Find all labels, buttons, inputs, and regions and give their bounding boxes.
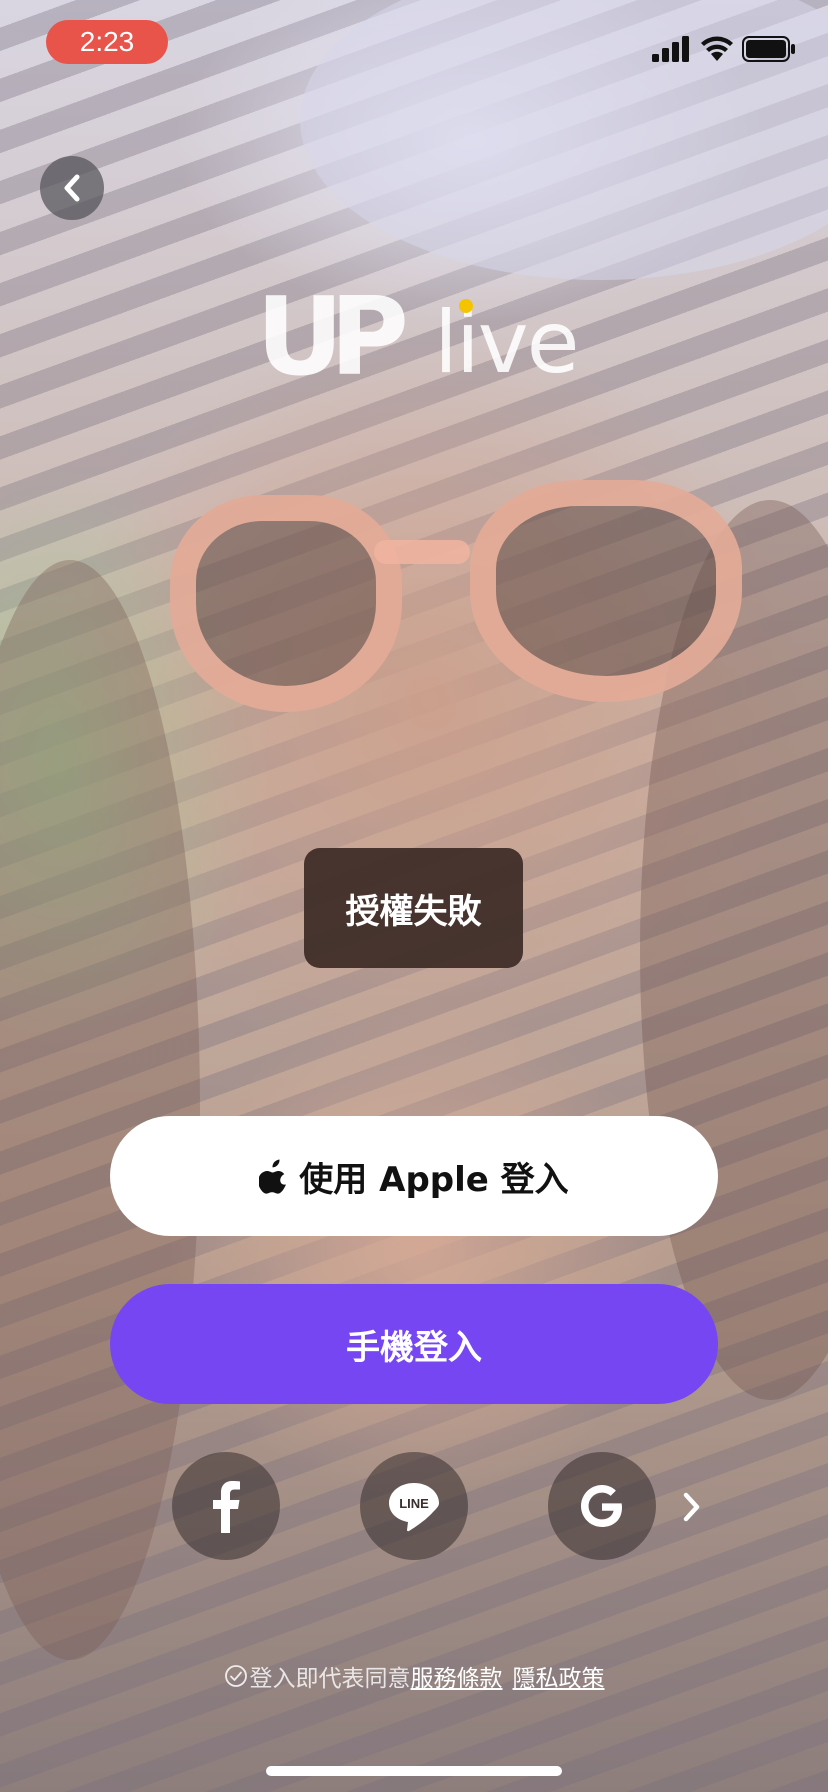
check-circle-icon[interactable] <box>224 1664 248 1688</box>
battery-icon <box>742 36 795 62</box>
logo-word-text: live <box>434 293 576 393</box>
uplive-logo: UP live <box>256 282 576 394</box>
privacy-policy-link[interactable]: 隱私政策 <box>513 1659 605 1693</box>
logo-mark-text: UP <box>256 282 405 394</box>
google-icon <box>581 1485 622 1527</box>
line-login-button[interactable]: LINE <box>360 1452 468 1560</box>
terms-of-service-link[interactable]: 服務條款 <box>411 1659 503 1693</box>
background-photo-hair-left <box>0 560 200 1660</box>
logo-dot <box>459 299 473 313</box>
apple-icon <box>259 1159 287 1194</box>
signal-icon <box>652 36 689 62</box>
apple-login-label: 使用 Apple 登入 <box>299 1159 569 1200</box>
facebook-login-button[interactable] <box>172 1452 280 1560</box>
phone-login-button[interactable]: 手機登入 <box>110 1284 718 1404</box>
line-icon-text: LINE <box>399 1496 429 1511</box>
back-button[interactable] <box>40 156 104 220</box>
login-screen: 2:23 UP live 授權失敗 使用 Apple 登入 手機登入 LINE … <box>0 0 828 1792</box>
background-photo-glasses-bridge <box>374 540 470 564</box>
terms-notice: 登入即代表同意 服務條款 隱私政策 <box>0 1658 828 1694</box>
wifi-icon <box>701 36 733 61</box>
google-login-button[interactable] <box>548 1452 656 1560</box>
line-icon: LINE <box>389 1483 439 1532</box>
toast-message: 授權失敗 <box>345 891 482 932</box>
background-photo-glasses-left <box>170 495 402 712</box>
home-indicator[interactable] <box>266 1766 562 1776</box>
apple-login-button[interactable]: 使用 Apple 登入 <box>110 1116 718 1236</box>
status-time: 2:23 <box>46 20 168 64</box>
facebook-icon <box>213 1481 240 1533</box>
terms-prefix: 登入即代表同意 <box>249 1666 411 1692</box>
chevron-right-icon[interactable] <box>678 1490 704 1524</box>
phone-login-label: 手機登入 <box>346 1327 482 1368</box>
chevron-left-icon <box>64 174 80 202</box>
background-photo-glasses-right <box>470 480 742 702</box>
auth-failed-toast: 授權失敗 <box>304 848 523 968</box>
